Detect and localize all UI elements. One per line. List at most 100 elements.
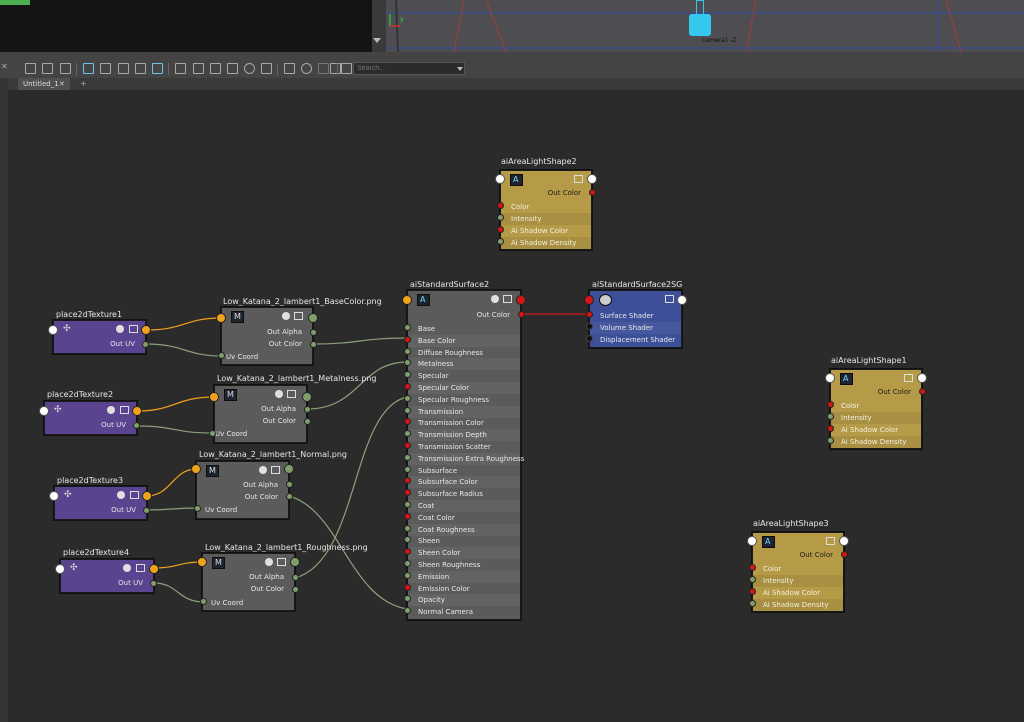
out-alpha-port[interactable]: [286, 481, 293, 488]
attr-port-intensity[interactable]: [497, 214, 504, 221]
custom-mode-icon[interactable]: [227, 63, 238, 74]
attr-port-color[interactable]: [497, 202, 504, 209]
node-mode-icon[interactable]: [123, 564, 131, 572]
node-input-port[interactable]: [48, 325, 58, 335]
out-uv-port[interactable]: [132, 406, 142, 416]
attr-port-coat-color[interactable]: [404, 512, 411, 520]
out-color-port[interactable]: [518, 311, 525, 318]
graph-icon[interactable]: [341, 63, 352, 74]
snap-icon[interactable]: [301, 63, 312, 74]
file-metalness-node[interactable]: M Out Alpha Out Color Uv Coord: [214, 385, 307, 443]
node-mode-icon[interactable]: [275, 390, 283, 398]
left-collapsed-panel[interactable]: [0, 78, 8, 722]
out-alpha-port[interactable]: [292, 574, 299, 581]
uv-coord-port[interactable]: [200, 598, 207, 605]
file-normal-node[interactable]: M Out Alpha Out Color Uv Coord: [196, 461, 289, 519]
attr-port-ai-shadow-density[interactable]: [749, 600, 756, 607]
file-input-port[interactable]: [197, 557, 207, 567]
ai-area-light-shape-3-node[interactable]: A Out Color Color Intensity Ai Shadow Color A…: [752, 532, 844, 612]
attr-port-ai-shadow-density[interactable]: [827, 437, 834, 444]
add-tab-button[interactable]: +: [80, 78, 87, 90]
zoom-icon[interactable]: [244, 63, 255, 74]
node-mode-icon[interactable]: [491, 295, 499, 303]
out-color-port[interactable]: [589, 189, 596, 196]
out-color-port[interactable]: [292, 586, 299, 593]
uv-coord-port[interactable]: [209, 430, 216, 437]
panel-divider[interactable]: [0, 52, 1024, 60]
sg-input-port[interactable]: [584, 295, 594, 305]
file-input-port[interactable]: [191, 464, 201, 474]
place2dtexture4-node[interactable]: ✣ Out UV: [60, 559, 154, 593]
attr-port-color[interactable]: [749, 564, 756, 571]
attr-port-subsurface[interactable]: [404, 465, 411, 473]
aistandardsurface2-node[interactable]: A Out Color Base Base Color Diffuse Roughn…: [407, 290, 524, 620]
out-uv-port[interactable]: [141, 325, 151, 335]
displacement-shader-port[interactable]: [586, 335, 593, 342]
scroll-down-arrow-icon[interactable]: [373, 38, 381, 43]
out-uv-child-port[interactable]: [133, 422, 140, 429]
attr-port-base[interactable]: [404, 324, 411, 331]
panel-scrollbar[interactable]: [372, 0, 386, 52]
out-color-port[interactable]: [304, 418, 311, 425]
file-output-port[interactable]: [308, 313, 318, 323]
attr-port-ai-shadow-color[interactable]: [749, 588, 756, 595]
node-input-port[interactable]: [39, 406, 49, 416]
node-mode-icon[interactable]: [282, 312, 290, 320]
attr-port-specular-color[interactable]: [404, 383, 411, 390]
node-display-icon[interactable]: [136, 564, 145, 572]
file-basecolor-node[interactable]: M Out Alpha Out Color Uv Coord: [221, 307, 313, 365]
ai-area-light-shape-2-node[interactable]: A Out Color Color Intensity Ai Shadow Color A…: [500, 170, 592, 250]
connected-mode-icon[interactable]: [193, 63, 204, 74]
attr-port-base-color[interactable]: [404, 335, 411, 343]
file-output-port[interactable]: [290, 557, 300, 567]
place2dtexture1-node[interactable]: ✣ Out UV: [53, 320, 146, 354]
attr-port-transmission[interactable]: [404, 406, 411, 414]
camera-gizmo-icon[interactable]: [689, 14, 711, 36]
attr-port-transmission-extra-roughness[interactable]: [404, 453, 411, 461]
graph-input-icon[interactable]: [25, 63, 36, 74]
light-input-port[interactable]: [747, 536, 757, 546]
snapshot-icon[interactable]: [261, 63, 272, 74]
file-input-port[interactable]: [209, 392, 219, 402]
attr-port-emission[interactable]: [404, 571, 411, 579]
file-input-port[interactable]: [216, 313, 226, 323]
show-connections-icon[interactable]: [152, 63, 163, 74]
node-mode-icon[interactable]: [117, 491, 125, 499]
attr-port-diffuse-roughness[interactable]: [404, 347, 411, 355]
light-output-port[interactable]: [839, 536, 849, 546]
node-mode-icon[interactable]: [265, 558, 273, 566]
light-output-port[interactable]: [587, 174, 597, 184]
attr-port-transmission-scatter[interactable]: [404, 442, 411, 449]
node-display-icon[interactable]: [665, 295, 674, 303]
frame-all-icon[interactable]: [83, 63, 94, 74]
attr-port-ai-shadow-density[interactable]: [497, 238, 504, 245]
node-input-port[interactable]: [49, 491, 59, 501]
uv-coord-port[interactable]: [194, 505, 201, 512]
attr-port-ai-shadow-color[interactable]: [497, 226, 504, 233]
search-input[interactable]: [353, 62, 465, 75]
light-input-port[interactable]: [495, 174, 505, 184]
node-display-icon[interactable]: [277, 558, 286, 566]
node-display-icon[interactable]: [271, 466, 280, 474]
attr-port-coat[interactable]: [404, 501, 411, 508]
tab-close-icon[interactable]: ✕: [59, 78, 65, 90]
node-display-icon[interactable]: [826, 537, 835, 545]
node-display-icon[interactable]: [574, 175, 583, 183]
node-input-port[interactable]: [55, 564, 65, 574]
pin-icon[interactable]: [318, 63, 329, 74]
attr-port-color[interactable]: [827, 401, 834, 408]
file-roughness-node[interactable]: M Out Alpha Out Color Uv Coord: [202, 553, 295, 611]
attr-port-ai-shadow-color[interactable]: [827, 425, 834, 432]
file-output-port[interactable]: [302, 392, 312, 402]
out-color-port[interactable]: [841, 551, 848, 558]
attr-port-emission-color[interactable]: [404, 583, 411, 591]
node-display-icon[interactable]: [130, 491, 139, 499]
node-mode-icon[interactable]: [259, 466, 267, 474]
node-display-icon[interactable]: [294, 312, 303, 320]
node-display-icon[interactable]: [503, 295, 512, 303]
attr-port-specular-roughness[interactable]: [404, 394, 411, 402]
out-color-port[interactable]: [286, 493, 293, 500]
out-color-port[interactable]: [919, 388, 926, 395]
ai-area-light-shape-1-node[interactable]: A Out Color Color Intensity Ai Shadow Color A…: [830, 369, 922, 449]
place2dtexture3-node[interactable]: ✣ Out UV: [54, 486, 147, 520]
